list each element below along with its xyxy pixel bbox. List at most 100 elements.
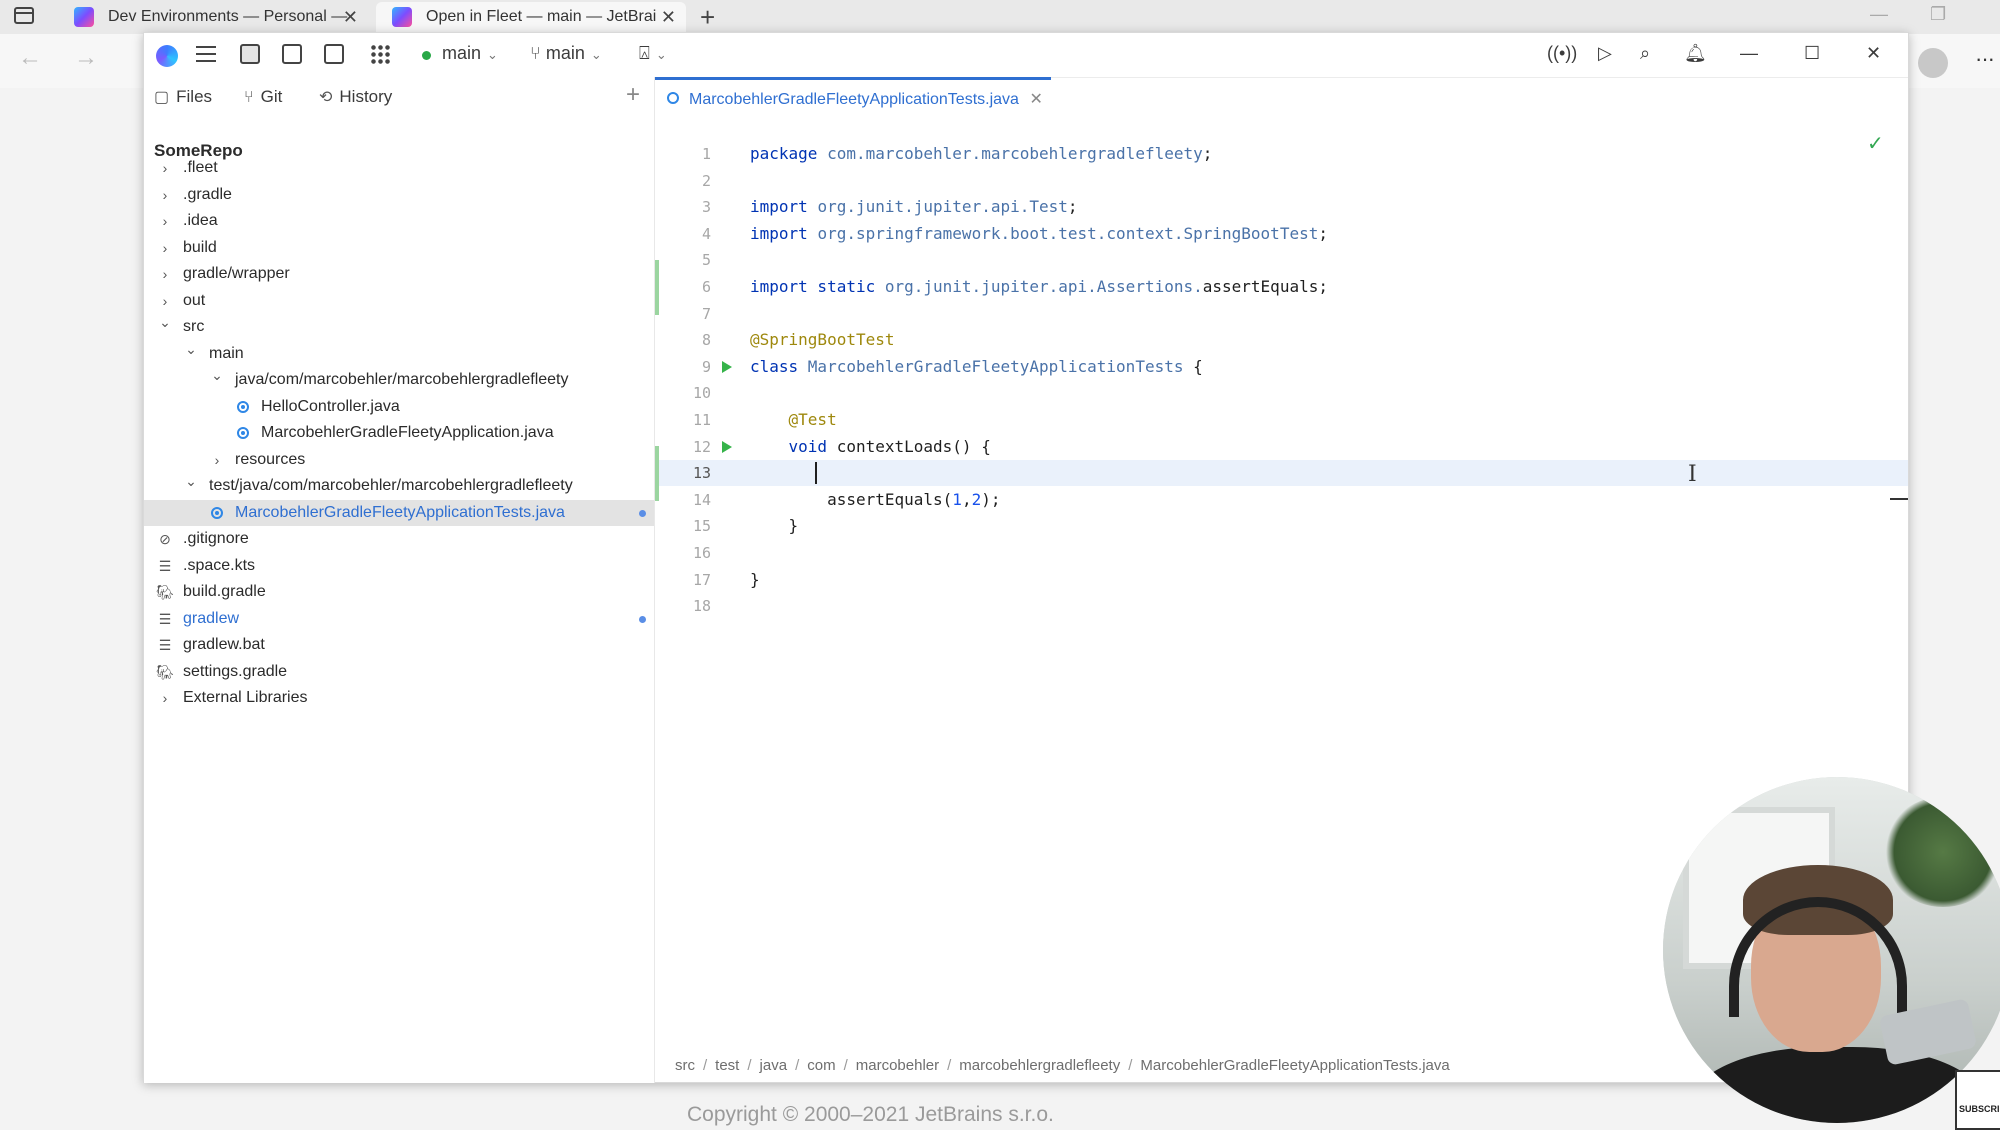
tree-item[interactable]: ⊘ .gitignore [144,526,654,552]
main-menu-icon[interactable] [196,46,216,62]
tree-item[interactable]: › build [144,235,654,261]
tab-history[interactable]: ⟲ History [319,87,392,107]
vcs-change-marker[interactable] [655,260,659,316]
chevron-right-icon[interactable]: › [158,261,172,287]
apps-grid-icon[interactable] [370,44,390,64]
browser-profile-avatar[interactable] [1918,48,1948,78]
tree-item[interactable]: ⌄ src [144,314,654,340]
subscribe-badge[interactable]: SUBSCRIBE [1955,1070,2000,1130]
breadcrumb-item[interactable]: test [715,1057,739,1074]
scrollbar-caret-marker[interactable] [1890,498,1908,500]
run-gutter-icon[interactable] [722,440,732,453]
close-tab-icon[interactable]: ✕ [661,2,676,32]
tree-item[interactable]: › .fleet [144,155,654,181]
tree-item[interactable]: › resources [144,447,654,473]
breadcrumb-item[interactable]: marcobehlergradlefleety [959,1057,1120,1074]
forward-arrow-icon[interactable]: → [74,44,98,72]
sidebar-panel-icon[interactable] [14,7,34,24]
breadcrumb-item[interactable]: com [807,1057,835,1074]
code-line[interactable]: 8 @SpringBootTest [655,327,1908,353]
run-icon[interactable]: ▷ [1598,43,1612,64]
new-tab-plus-icon[interactable]: + [700,2,715,32]
code-line[interactable]: 13 [655,460,1908,487]
tree-item[interactable]: ☰ gradlew [144,606,654,632]
maximize-icon[interactable]: ☐ [1804,43,1820,64]
restore-window-icon[interactable]: ❐ [1930,4,1946,25]
code-line[interactable]: 16 [655,540,1908,566]
editor-tab-active-file[interactable]: MarcobehlerGradleFleetyApplicationTests.… [655,77,1051,117]
fleet-window: main ⌄ ⑂ main ⌄ ⍓ ⌄ ((•)) ▷ ⌕ 🔔︎ — ☐ ✕ ▢ Fil… [143,32,1909,1083]
browser-more-icon[interactable]: ··· [1975,46,1995,72]
chevron-right-icon[interactable]: › [210,447,224,473]
close-tab-icon[interactable]: ✕ [343,2,358,32]
notifications-bell-icon[interactable]: 🔔︎ [1684,43,1707,64]
browser-tab-dev-environments[interactable]: Dev Environments — Personal — ✕ [58,2,368,32]
tree-item[interactable]: HelloController.java [144,394,654,420]
code-line[interactable]: 10 [655,380,1908,406]
minimize-window-icon[interactable]: — [1870,4,1888,25]
tab-git[interactable]: ⑂ Git [244,87,282,107]
code-line[interactable]: 7 [655,301,1908,327]
code-line[interactable]: 15 } [655,513,1908,539]
code-line[interactable]: 9 class MarcobehlerGradleFleetyApplicatio… [655,354,1908,380]
chevron-right-icon[interactable]: › [158,685,172,711]
code-line[interactable]: 5 [655,247,1908,273]
share-collaborators-button[interactable]: ⍓ ⌄ [639,43,667,64]
tree-item[interactable]: ⌄ java/com/marcobehler/marcobehlergradlef… [144,367,654,393]
tree-item[interactable]: ☰ gradlew.bat [144,632,654,658]
breadcrumb-item[interactable]: MarcobehlerGradleFleetyApplicationTests.… [1140,1057,1449,1074]
code-line[interactable]: 12 void contextLoads() { [655,434,1908,460]
tree-item[interactable]: ⌄ test/java/com/marcobehler/marcobehlergr… [144,473,654,499]
tree-item[interactable]: › .gradle [144,182,654,208]
code-line[interactable]: 2 [655,168,1908,194]
code-line[interactable]: 11 @Test [655,407,1908,433]
tree-item[interactable]: MarcobehlerGradleFleetyApplicationTests.… [144,499,654,526]
tree-item[interactable]: › .idea [144,208,654,234]
tree-item[interactable]: 🐘︎ build.gradle [144,579,654,605]
close-tab-icon[interactable]: ✕ [1030,80,1043,120]
back-arrow-icon[interactable]: ← [18,44,42,72]
breadcrumb-item[interactable]: java [760,1057,788,1074]
right-panel-toggle-icon[interactable] [324,44,344,64]
code-line[interactable]: 4 import org.springframework.boot.test.co… [655,221,1908,247]
code-line[interactable]: 3 import org.junit.jupiter.api.Test; [655,194,1908,220]
minimize-icon[interactable]: — [1740,43,1758,64]
browser-tab-open-in-fleet[interactable]: Open in Fleet — main — JetBrai ✕ [376,2,686,32]
chevron-right-icon[interactable]: › [158,155,172,181]
search-icon[interactable]: ⌕ [1640,43,1650,64]
workspace-selector[interactable]: main ⌄ [442,43,498,64]
chevron-right-icon[interactable]: › [158,182,172,208]
code-line[interactable]: 18 [655,593,1908,619]
left-panel-toggle-icon[interactable] [240,44,260,64]
fleet-logo-icon[interactable] [156,45,178,67]
tree-item[interactable]: › out [144,288,654,314]
chevron-down-icon[interactable]: ⌄ [158,309,172,335]
vcs-change-marker[interactable] [655,446,659,502]
close-window-icon[interactable]: ✕ [1866,43,1881,64]
chevron-right-icon[interactable]: › [158,208,172,234]
tree-item[interactable]: ☰ .space.kts [144,553,654,579]
line-number: 8 [701,331,711,350]
code-line[interactable]: 1 package com.marcobehler.marcobehlergrad… [655,141,1908,167]
tree-item[interactable]: MarcobehlerGradleFleetyApplication.java [144,420,654,446]
add-file-plus-icon[interactable]: + [626,81,640,109]
code-line[interactable]: 14 assertEquals(1,2); [655,487,1908,513]
code-line[interactable]: 17} [655,567,1908,593]
code-token: @SpringBootTest [750,330,895,350]
code-line[interactable]: 6 import static org.junit.jupiter.api.Ass… [655,274,1908,300]
chevron-down-icon[interactable]: ⌄ [210,362,224,388]
chevron-right-icon[interactable]: › [158,235,172,261]
breadcrumb-item[interactable]: marcobehler [856,1057,939,1074]
tree-item[interactable]: 🐘︎ settings.gradle [144,659,654,685]
run-gutter-icon[interactable] [722,360,732,373]
branch-selector[interactable]: ⑂ main ⌄ [530,43,602,64]
tab-label: History [339,87,393,106]
broadcast-icon[interactable]: ((•)) [1547,43,1577,64]
chevron-down-icon[interactable]: ⌄ [184,336,198,362]
tree-item[interactable]: › gradle/wrapper [144,261,654,287]
breadcrumb-item[interactable]: src [675,1057,695,1074]
bottom-panel-toggle-icon[interactable] [282,44,302,64]
tree-item[interactable]: › External Libraries [144,685,654,711]
tab-files[interactable]: ▢ Files [154,87,212,107]
chevron-down-icon[interactable]: ⌄ [184,468,198,494]
